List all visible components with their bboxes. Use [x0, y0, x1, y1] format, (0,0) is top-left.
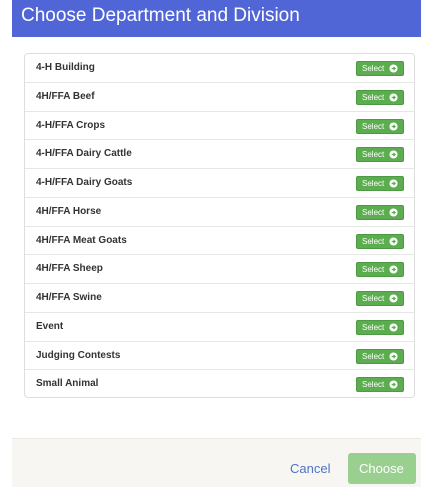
arrow-right-circle-icon	[389, 93, 398, 102]
select-button-label: Select	[362, 380, 385, 390]
department-label: 4H/FFA Beef	[36, 90, 95, 102]
department-label: Judging Contests	[36, 349, 121, 361]
modal-footer: Cancel Choose	[12, 438, 421, 487]
arrow-right-circle-icon	[389, 179, 398, 188]
modal-header: Choose Department and Division	[12, 0, 421, 37]
modal-left-edge	[0, 0, 12, 487]
select-button-label: Select	[362, 265, 385, 275]
select-button[interactable]: Select	[356, 61, 404, 76]
arrow-right-circle-icon	[389, 121, 398, 131]
select-button-label: Select	[362, 179, 385, 188]
select-button-label: Select	[362, 64, 385, 73]
arrow-right-circle-icon	[389, 236, 398, 246]
list-item: 4-H/FFA Dairy Goats Select	[25, 169, 414, 198]
department-label: 4H/FFA Swine	[36, 292, 102, 303]
list-item: 4H/FFA Beef Select	[25, 83, 414, 112]
select-button[interactable]: Select	[356, 204, 404, 220]
department-label: 4-H/FFA Dairy Cattle	[36, 148, 132, 160]
arrow-right-circle-icon	[389, 64, 398, 73]
list-item: 4-H/FFA Dairy Cattle Select	[25, 140, 414, 169]
list-item: Event Select	[25, 313, 414, 342]
choose-department-modal: Choose Department and Division 4-H Build…	[0, 0, 421, 487]
list-item: Small Animal Select	[25, 370, 414, 399]
select-button[interactable]: Select	[356, 377, 404, 393]
choose-button-label: Choose	[359, 461, 404, 476]
choose-button[interactable]: Choose	[348, 453, 416, 484]
select-button[interactable]: Select	[356, 233, 404, 249]
select-button-label: Select	[362, 236, 385, 246]
arrow-right-circle-icon	[389, 380, 398, 389]
department-label: Event	[36, 320, 64, 332]
arrow-right-circle-icon	[389, 351, 398, 361]
select-button-label: Select	[362, 121, 385, 131]
select-button-label: Select	[362, 322, 385, 332]
list-item: 4H/FFA Swine Select	[25, 284, 414, 313]
department-label: 4H/FFA Meat Goats	[36, 234, 127, 246]
select-button[interactable]: Select	[356, 348, 404, 364]
select-button-label: Select	[362, 150, 385, 160]
select-button[interactable]: Select	[356, 89, 404, 105]
list-item: 4-H/FFA Crops Select	[25, 112, 414, 141]
select-button[interactable]: Select	[356, 319, 404, 335]
department-label: 4H/FFA Sheep	[36, 263, 103, 275]
select-button-label: Select	[362, 294, 385, 303]
select-button[interactable]: Select	[356, 262, 404, 278]
select-button-label: Select	[362, 351, 385, 361]
arrow-right-circle-icon	[389, 208, 398, 217]
list-item: Judging Contests Select	[25, 342, 414, 371]
arrow-right-circle-icon	[389, 294, 398, 303]
department-label: 4-H/FFA Dairy Goats	[36, 177, 133, 188]
department-label: 4-H Building	[36, 62, 95, 73]
arrow-right-circle-icon	[389, 323, 398, 332]
select-button-label: Select	[362, 92, 385, 102]
list-item: 4H/FFA Meat Goats Select	[25, 227, 414, 256]
department-list: 4-H Building Select 4H/FFA Beef Select 4…	[24, 53, 415, 398]
arrow-right-circle-icon	[389, 150, 398, 159]
select-button[interactable]: Select	[356, 176, 404, 191]
list-item: 4-H Building Select	[25, 54, 414, 83]
select-button[interactable]: Select	[356, 291, 404, 306]
department-label: 4-H/FFA Crops	[36, 119, 106, 131]
cancel-button[interactable]: Cancel	[290, 461, 330, 476]
department-label: 4H/FFA Horse	[36, 205, 102, 217]
list-item: 4H/FFA Sheep Select	[25, 255, 414, 284]
select-button-label: Select	[362, 207, 385, 217]
department-label: Small Animal	[36, 378, 99, 390]
select-button[interactable]: Select	[356, 118, 404, 134]
select-button[interactable]: Select	[356, 147, 404, 163]
arrow-right-circle-icon	[389, 265, 398, 274]
list-item: 4H/FFA Horse Select	[25, 198, 414, 227]
modal-title: Choose Department and Division	[21, 5, 300, 26]
